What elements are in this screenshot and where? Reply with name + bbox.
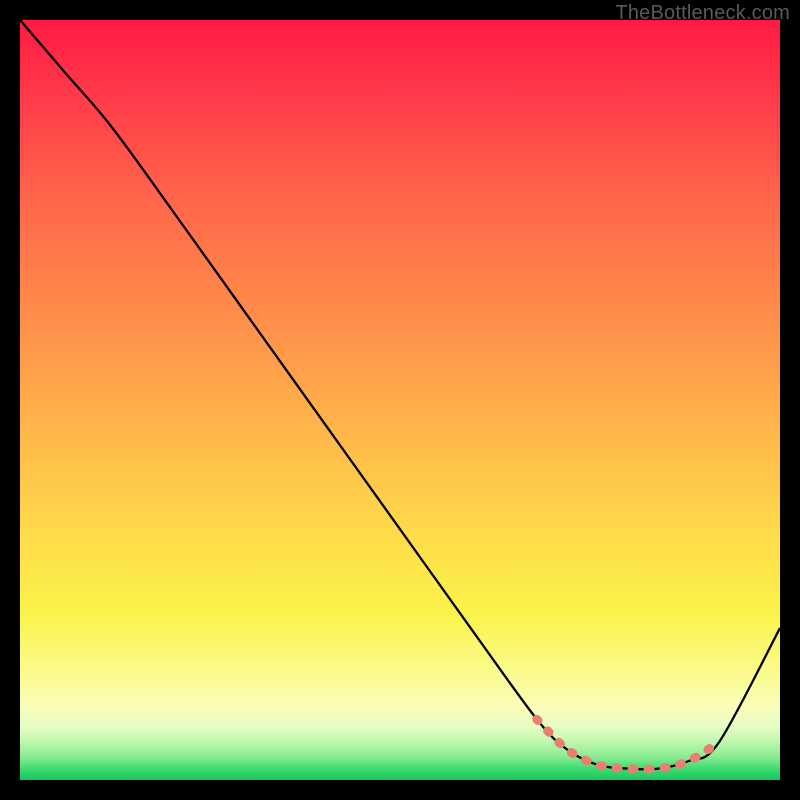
watermark-text: TheBottleneck.com: [615, 2, 790, 25]
chart-frame: TheBottleneck.com: [0, 0, 800, 800]
chart-curve-svg: [20, 20, 780, 780]
chart-plot-area: [20, 20, 780, 780]
trough-marker-dots: [537, 719, 719, 769]
bottleneck-curve: [20, 20, 780, 769]
